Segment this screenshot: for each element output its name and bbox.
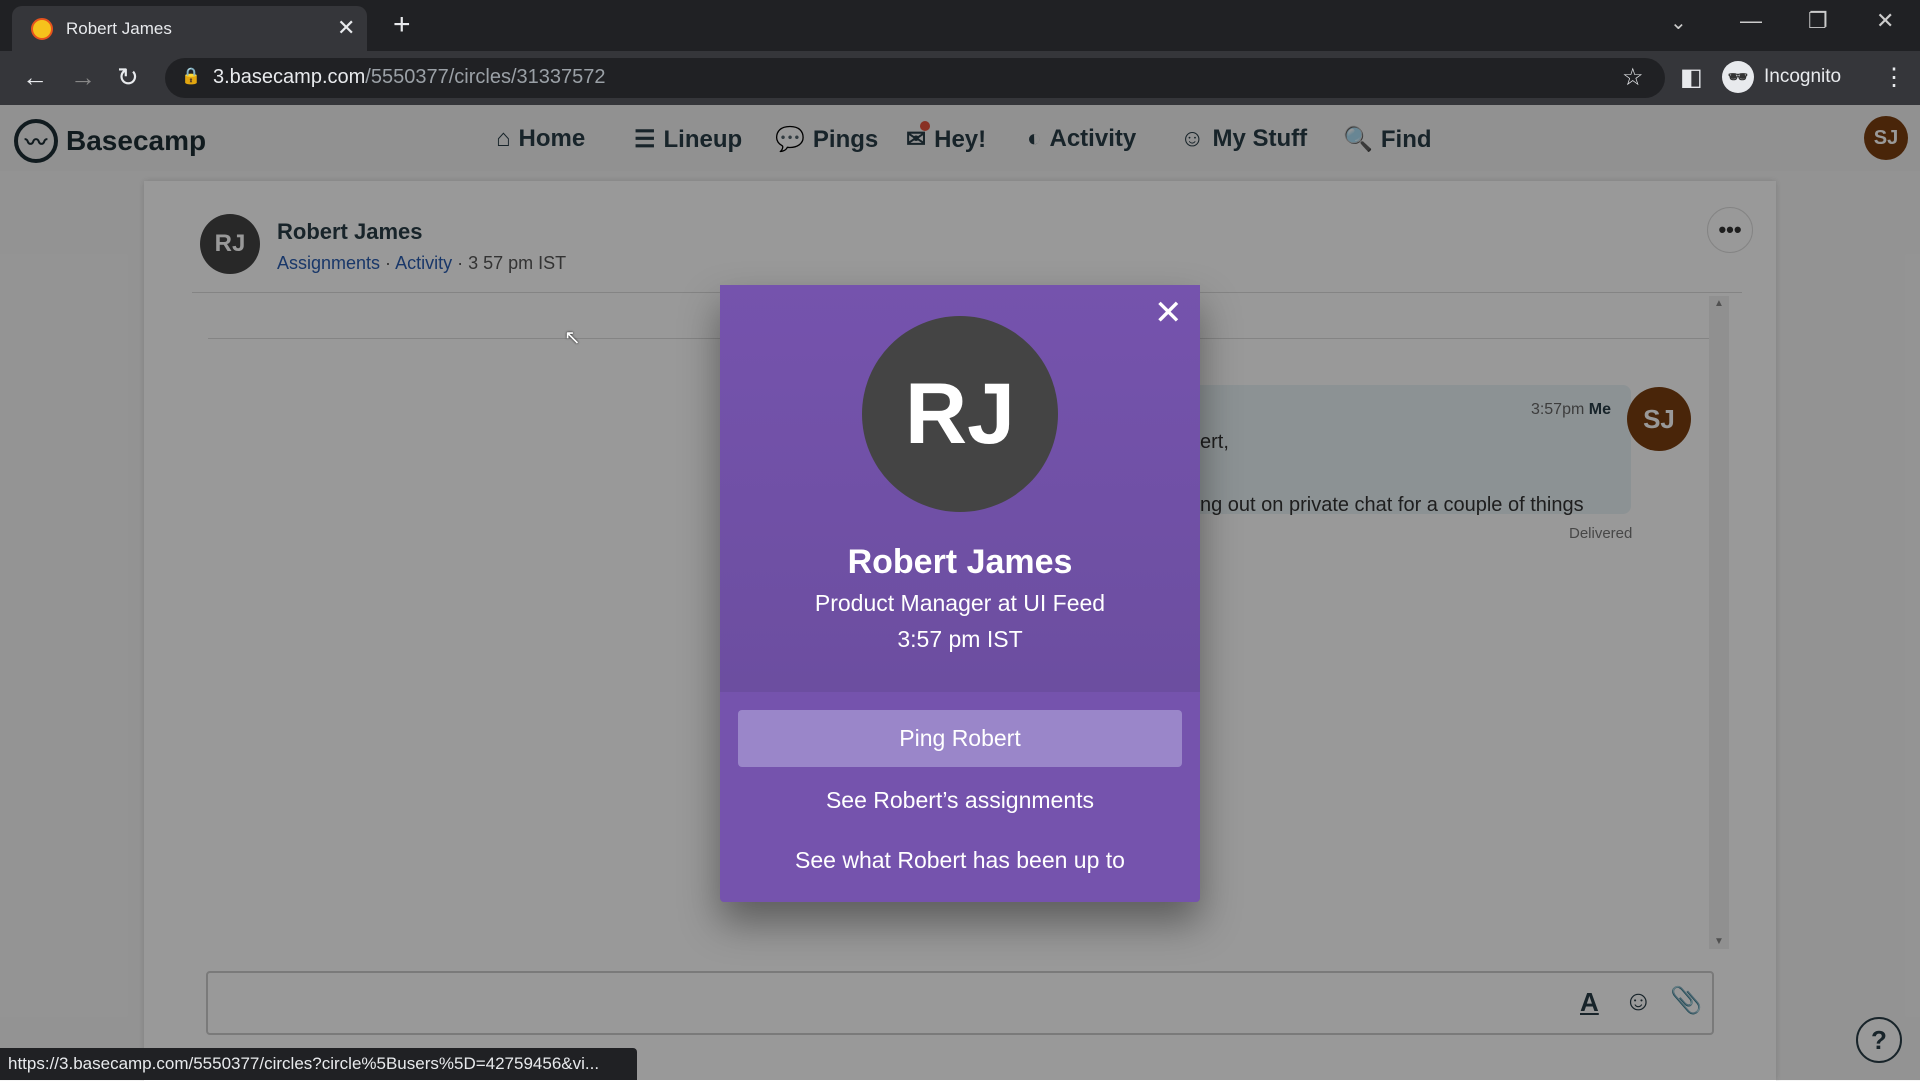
address-bar-row: ← → ↻ 🔒 3.basecamp.com/5550377/circles/3…: [0, 51, 1920, 105]
lock-icon: 🔒: [181, 68, 201, 85]
profile-modal: RJ ✕ Robert James Product Manager at UI …: [720, 285, 1200, 902]
close-tab-icon[interactable]: ✕: [337, 15, 355, 41]
bookmark-star-icon[interactable]: ☆: [1622, 63, 1644, 92]
side-panel-icon[interactable]: ◧: [1680, 63, 1703, 92]
profile-avatar: RJ: [862, 316, 1058, 512]
ping-button[interactable]: Ping Robert: [738, 710, 1182, 767]
tab-title: Robert James: [66, 19, 172, 38]
browser-tab[interactable]: Robert James ✕: [12, 6, 367, 51]
url-host: 3.basecamp.com: [213, 66, 366, 88]
url-path: /5550377/circles/31337572: [365, 66, 606, 88]
reload-icon[interactable]: ↻: [117, 62, 139, 93]
tab-search-icon[interactable]: ⌄: [1670, 10, 1687, 35]
incognito-badge[interactable]: 🕶 Incognito: [1722, 61, 1841, 93]
profile-name: Robert James: [847, 543, 1073, 581]
browser-menu-icon[interactable]: ⋮: [1882, 63, 1906, 92]
profile-label: Incognito: [1764, 66, 1842, 87]
status-bar-url: https://3.basecamp.com/5550377/circles?c…: [0, 1048, 637, 1080]
mouse-cursor-icon: ↖: [564, 327, 581, 349]
incognito-icon: 🕶: [1722, 61, 1754, 93]
browser-tabbar: Robert James ✕ + ⌄ — ❐ ✕: [0, 0, 1920, 51]
close-icon[interactable]: ✕: [1154, 293, 1183, 333]
see-activity-link[interactable]: See what Robert has been up to: [720, 847, 1200, 874]
profile-title: Product Manager at UI Feed: [814, 590, 1106, 616]
back-icon[interactable]: ←: [22, 62, 48, 93]
profile-local-time: 3:57 pm IST: [897, 626, 1023, 652]
close-window-icon[interactable]: ✕: [1876, 8, 1894, 34]
minimize-icon[interactable]: —: [1740, 8, 1762, 34]
basecamp-favicon-icon: [31, 18, 53, 40]
url-input[interactable]: 🔒 3.basecamp.com/5550377/circles/3133757…: [165, 58, 1665, 98]
restore-icon[interactable]: ❐: [1808, 8, 1828, 34]
see-assignments-link[interactable]: See Robert’s assignments: [720, 787, 1200, 814]
new-tab-icon[interactable]: +: [393, 8, 411, 42]
forward-icon[interactable]: →: [70, 62, 96, 93]
